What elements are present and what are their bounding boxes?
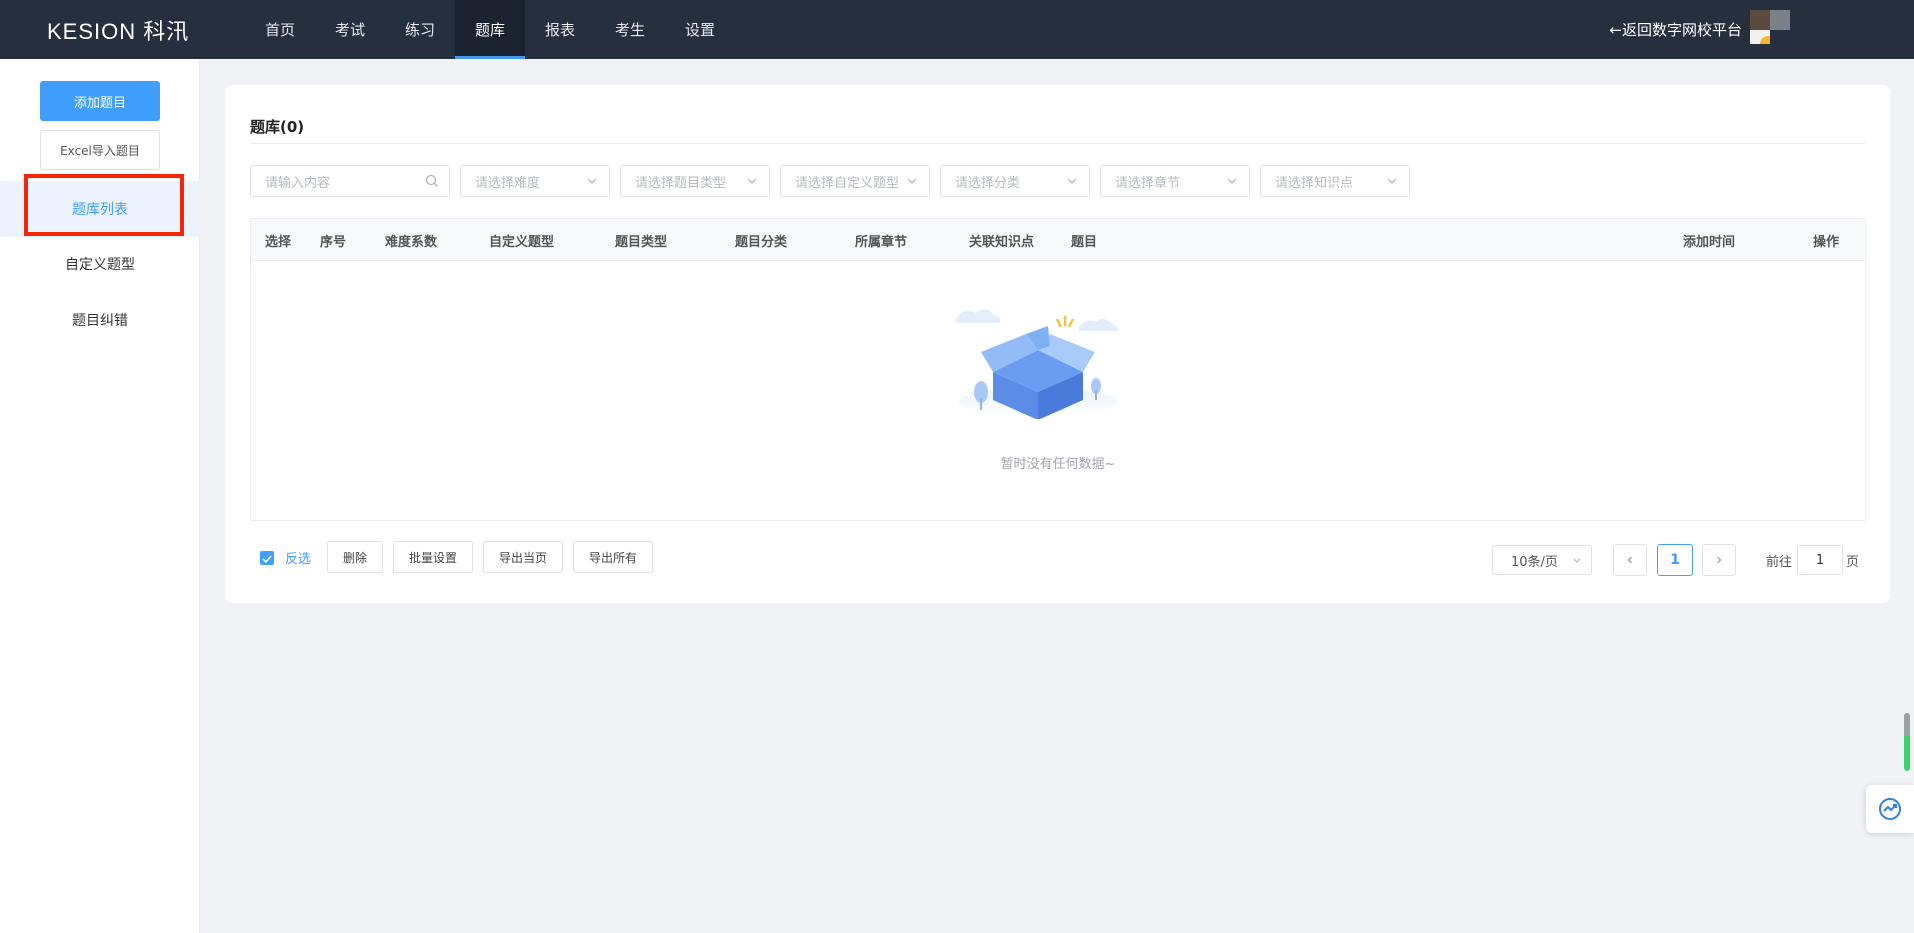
chevron-down-icon — [1573, 558, 1581, 563]
goto-label: 前往 — [1766, 555, 1793, 570]
col-question: 题目 — [1071, 234, 1098, 250]
title-divider — [250, 143, 1866, 144]
search-icon — [425, 174, 438, 187]
chevron-down-icon — [1067, 178, 1077, 184]
category-select[interactable]: 请选择分类 — [940, 165, 1090, 197]
nav-item-home[interactable]: 首页 — [245, 0, 315, 59]
batch-settings-button[interactable]: 批量设置 — [393, 541, 473, 573]
chevron-down-icon — [1387, 178, 1397, 184]
avatar[interactable] — [1750, 10, 1790, 44]
chapter-select[interactable]: 请选择章节 — [1100, 165, 1250, 197]
table-header: 选择 序号 难度系数 自定义题型 题目类型 题目分类 所属章节 关联知识点 题目… — [251, 219, 1865, 261]
page-title: 题库(0) — [250, 118, 305, 136]
brand-logo[interactable]: KESION 科汛 — [47, 0, 189, 59]
page-unit-label: 页 — [1846, 555, 1860, 570]
empty-state-text: 暂时没有任何数据~ — [1000, 457, 1116, 472]
refresh-chart-icon — [1879, 798, 1901, 820]
goto-page-input[interactable] — [1797, 545, 1843, 575]
custom-type-select[interactable]: 请选择自定义题型 — [780, 165, 930, 197]
nav-item-exam[interactable]: 考试 — [315, 0, 385, 59]
search-placeholder: 请输入内容 — [265, 175, 331, 191]
chevron-down-icon — [907, 178, 917, 184]
export-all-button[interactable]: 导出所有 — [573, 541, 653, 573]
col-actions: 操作 — [1813, 234, 1840, 250]
chevron-right-icon — [1717, 556, 1722, 564]
delete-button[interactable]: 删除 — [327, 541, 383, 573]
chapter-placeholder: 请选择章节 — [1115, 175, 1181, 191]
col-custom-type: 自定义题型 — [489, 234, 555, 250]
col-difficulty: 难度系数 — [385, 234, 438, 250]
check-icon — [262, 555, 272, 564]
question-type-select[interactable]: 请选择题目类型 — [620, 165, 770, 197]
chevron-down-icon — [1227, 178, 1237, 184]
add-question-button[interactable]: 添加题目 — [40, 81, 160, 121]
empty-box-illustration — [956, 309, 1118, 419]
question-table: 选择 序号 难度系数 自定义题型 题目类型 题目分类 所属章节 关联知识点 题目… — [250, 218, 1866, 521]
invert-select-checkbox[interactable] — [260, 551, 274, 565]
question-type-placeholder: 请选择题目类型 — [635, 175, 727, 191]
nav-item-settings[interactable]: 设置 — [665, 0, 735, 59]
nav-item-practice[interactable]: 练习 — [385, 0, 455, 59]
sidebar-item-custom-types[interactable]: 自定义题型 — [0, 236, 200, 292]
difficulty-placeholder: 请选择难度 — [475, 175, 541, 191]
custom-type-placeholder: 请选择自定义题型 — [795, 175, 900, 191]
page-size-value: 10条/页 — [1511, 554, 1558, 570]
col-index: 序号 — [320, 234, 347, 250]
chevron-left-icon — [1627, 556, 1632, 564]
prev-page-button[interactable] — [1613, 544, 1647, 576]
export-page-button[interactable]: 导出当页 — [483, 541, 563, 573]
col-chapter: 所属章节 — [855, 234, 908, 250]
scroll-indicator[interactable] — [1904, 713, 1910, 771]
back-to-platform-link[interactable]: ←返回数字网校平台 — [1609, 0, 1742, 59]
sidebar-item-error-correction[interactable]: 题目纠错 — [0, 292, 200, 348]
highlight-annotation-box — [24, 174, 184, 236]
knowledge-point-select[interactable]: 请选择知识点 — [1260, 165, 1410, 197]
col-knowledge-point: 关联知识点 — [969, 234, 1035, 250]
knowledge-placeholder: 请选择知识点 — [1275, 175, 1354, 191]
col-select: 选择 — [265, 234, 292, 250]
nav-item-reports[interactable]: 报表 — [525, 0, 595, 59]
search-input[interactable]: 请输入内容 — [250, 165, 450, 197]
col-question-type: 题目类型 — [615, 234, 668, 250]
difficulty-select[interactable]: 请选择难度 — [460, 165, 610, 197]
excel-import-button[interactable]: Excel导入题目 — [40, 130, 160, 170]
nav-item-question-bank[interactable]: 题库 — [455, 0, 525, 59]
col-category: 题目分类 — [735, 234, 788, 250]
col-added-time: 添加时间 — [1683, 234, 1736, 250]
top-navbar: KESION 科汛 首页 考试 练习 题库 报表 考生 设置 ←返回数字网校平台 — [0, 0, 1914, 59]
page-size-select[interactable]: 10条/页 — [1492, 545, 1592, 575]
floating-service-button[interactable] — [1866, 785, 1914, 833]
next-page-button[interactable] — [1702, 544, 1736, 576]
nav-item-students[interactable]: 考生 — [595, 0, 665, 59]
chevron-down-icon — [747, 178, 757, 184]
category-placeholder: 请选择分类 — [955, 175, 1021, 191]
chevron-down-icon — [587, 178, 597, 184]
page-number-current[interactable]: 1 — [1657, 544, 1693, 576]
main-nav: 首页 考试 练习 题库 报表 考生 设置 — [245, 0, 735, 59]
question-bank-card: 题库(0) 请输入内容 请选择难度 请选择题目类型 请选择自定义题型 请选择分类… — [225, 85, 1890, 603]
invert-select-label[interactable]: 反选 — [285, 548, 311, 567]
